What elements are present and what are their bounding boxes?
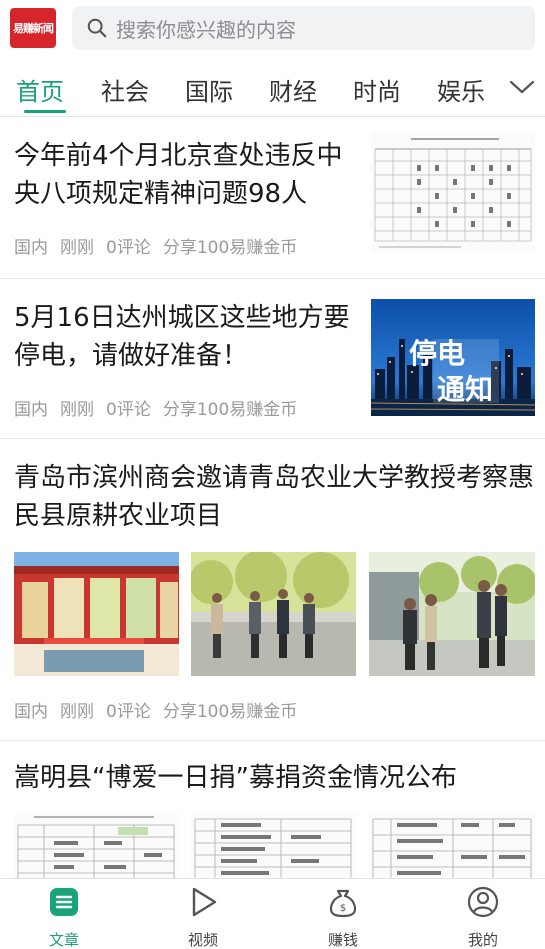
news-meta: 国内 刚刚 0评论 分享100易赚金币	[14, 697, 309, 722]
news-thumbnail[interactable]	[14, 813, 179, 878]
news-category: 国内	[14, 238, 48, 258]
news-item[interactable]: 5月16日达州城区这些地方要停电，请做好准备！ 国内 刚刚 0评论 分享100易赚金币	[0, 279, 545, 439]
news-time: 刚刚	[60, 400, 94, 420]
news-time: 刚刚	[60, 238, 94, 258]
play-icon	[192, 887, 217, 917]
news-share-reward: 分享100易赚金币	[162, 238, 298, 258]
search-icon	[87, 18, 107, 38]
more-tabs-button[interactable]	[499, 60, 545, 114]
news-item[interactable]: 今年前4个月北京查处违反中央八项规定精神问题98人 国内 刚刚 0评论 分享100易赚…	[0, 117, 545, 279]
news-comments: 0评论	[106, 702, 151, 722]
news-meta: 国内 刚刚 0评论 分享100易赚金币	[14, 395, 309, 420]
search-placeholder: 搜索你感兴趣的内容	[116, 17, 296, 42]
top-bar: 易赚新闻 搜索你感兴趣的内容	[0, 0, 545, 56]
news-thumbnail[interactable]: 停电 通知	[371, 299, 535, 416]
news-thumbnail[interactable]	[369, 813, 535, 878]
news-time: 刚刚	[60, 702, 94, 722]
thumb-text-2: 通知	[437, 373, 493, 406]
news-thumbnail[interactable]	[369, 552, 535, 676]
news-title[interactable]: 青岛市滨州商会邀请青岛农业大学教授考察惠民县原耕农业项目	[14, 459, 534, 535]
building-photo-image	[14, 552, 179, 676]
thumb-text-1: 停电	[409, 337, 465, 370]
news-comments: 0评论	[106, 238, 151, 258]
nav-profile[interactable]: 我的	[443, 885, 523, 949]
news-item[interactable]: 青岛市滨州商会邀请青岛农业大学教授考察惠民县原耕农业项目 国内 刚刚 0评论 分…	[0, 439, 545, 741]
news-title[interactable]: 嵩明县“博爱一日捐”募捐资金情况公布	[14, 759, 534, 797]
nav-label: 文章	[48, 931, 79, 949]
group-walking-photo-image	[191, 552, 356, 676]
nav-videos[interactable]: 视频	[163, 885, 243, 949]
table-document-image	[369, 813, 535, 878]
news-category: 国内	[14, 400, 48, 420]
nav-label: 视频	[187, 931, 218, 949]
logo-text: 易赚新闻	[13, 22, 54, 35]
news-meta: 国内 刚刚 0评论 分享100易赚金币	[14, 233, 309, 258]
profile-icon	[467, 886, 499, 918]
nav-earn[interactable]: $ 赚钱	[303, 885, 383, 949]
tab-international[interactable]: 国际	[185, 72, 233, 107]
search-bar[interactable]: 搜索你感兴趣的内容	[72, 6, 535, 50]
news-share-reward: 分享100易赚金币	[162, 702, 298, 722]
news-title[interactable]: 5月16日达州城区这些地方要停电，请做好准备！	[14, 299, 354, 375]
tab-society[interactable]: 社会	[101, 72, 149, 107]
news-comments: 0评论	[106, 400, 151, 420]
news-thumbnail[interactable]	[191, 552, 356, 676]
city-night-image: 停电 通知	[371, 299, 535, 416]
tab-finance[interactable]: 财经	[269, 72, 317, 107]
nav-articles[interactable]: 文章	[24, 885, 104, 949]
money-bag-icon: $	[329, 889, 357, 918]
news-thumbnail[interactable]	[191, 813, 356, 878]
app-logo[interactable]: 易赚新闻	[10, 8, 56, 48]
news-category: 国内	[14, 702, 48, 722]
group-standing-photo-image	[369, 552, 535, 676]
news-share-reward: 分享100易赚金币	[162, 400, 298, 420]
svg-text:$: $	[340, 903, 346, 914]
news-app: 易赚新闻 搜索你感兴趣的内容 首页 社会 国际 财经 时尚 娱乐 今年前4个月北…	[0, 0, 545, 949]
article-icon	[50, 888, 78, 916]
table-document-image	[14, 813, 179, 878]
table-document-image	[371, 131, 535, 253]
tab-fashion[interactable]: 时尚	[353, 72, 401, 107]
active-tab-indicator	[24, 110, 66, 113]
tab-home[interactable]: 首页	[16, 72, 64, 107]
chevron-down-icon	[509, 80, 535, 94]
table-document-image	[191, 813, 356, 878]
nav-label: 赚钱	[327, 931, 358, 949]
bottom-navigation: 文章 视频 $ 赚钱 我的	[0, 878, 545, 949]
news-thumbnail[interactable]	[371, 131, 535, 253]
news-title[interactable]: 今年前4个月北京查处违反中央八项规定精神问题98人	[14, 137, 354, 213]
nav-label: 我的	[467, 931, 498, 949]
news-item[interactable]: 嵩明县“博爱一日捐”募捐资金情况公布	[0, 741, 545, 878]
tab-entertainment[interactable]: 娱乐	[437, 72, 485, 107]
category-tabs: 首页 社会 国际 财经 时尚 娱乐	[0, 60, 545, 114]
news-thumbnail[interactable]	[14, 552, 179, 676]
